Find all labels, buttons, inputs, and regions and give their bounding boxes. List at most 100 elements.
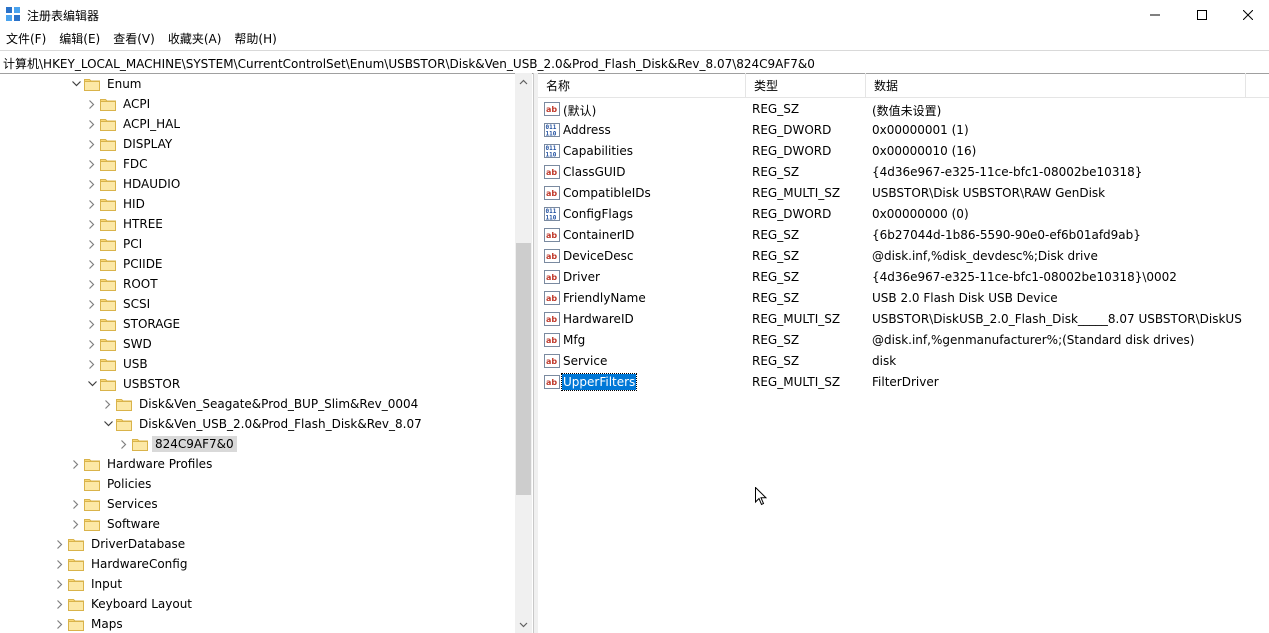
- chevron-right-icon[interactable]: [84, 94, 100, 114]
- tree-item[interactable]: Services: [68, 494, 161, 514]
- menu-view[interactable]: 查看(V): [107, 30, 162, 49]
- chevron-right-icon[interactable]: [100, 394, 116, 414]
- tree-item[interactable]: FDC: [84, 154, 151, 174]
- value-row[interactable]: ab Driver REG_SZ {4d36e967-e325-11ce-bfc1-0…: [538, 267, 1269, 288]
- tree-item[interactable]: Maps: [52, 614, 126, 633]
- value-row[interactable]: ab DeviceDesc REG_SZ @disk.inf,%disk_devdes…: [538, 246, 1269, 267]
- chevron-down-icon[interactable]: [84, 374, 100, 394]
- scrollbar-thumb[interactable]: [516, 243, 531, 495]
- value-row[interactable]: ab ClassGUID REG_SZ {4d36e967-e325-11ce-bfc…: [538, 162, 1269, 183]
- address-bar[interactable]: 计算机\HKEY_LOCAL_MACHINE\SYSTEM\CurrentCon…: [0, 50, 1269, 74]
- menu-file[interactable]: 文件(F): [0, 30, 53, 49]
- tree-item[interactable]: PCI: [84, 234, 145, 254]
- tree-item[interactable]: SCSI: [84, 294, 153, 314]
- chevron-right-icon[interactable]: [84, 214, 100, 234]
- tree-item[interactable]: SWD: [84, 334, 155, 354]
- menu-favorites[interactable]: 收藏夹(A): [162, 30, 229, 49]
- value-row[interactable]: ab ContainerID REG_SZ {6b27044d-1b86-5590-9…: [538, 225, 1269, 246]
- tree-item[interactable]: Policies: [68, 474, 154, 494]
- chevron-right-icon[interactable]: [84, 234, 100, 254]
- chevron-right-icon[interactable]: [84, 174, 100, 194]
- svg-text:110: 110: [546, 215, 557, 222]
- tree-item[interactable]: DISPLAY: [84, 134, 175, 154]
- tree-item-label: Software: [107, 517, 160, 531]
- value-row[interactable]: ab FriendlyName REG_SZ USB 2.0 Flash Disk U…: [538, 288, 1269, 309]
- chevron-right-icon[interactable]: [84, 114, 100, 134]
- tree-item[interactable]: HTREE: [84, 214, 166, 234]
- chevron-right-icon[interactable]: [84, 334, 100, 354]
- folder-icon: [132, 437, 148, 451]
- chevron-right-icon[interactable]: [52, 574, 68, 594]
- tree-item[interactable]: Enum: [68, 74, 144, 94]
- tree-item-label: SCSI: [123, 297, 151, 311]
- chevron-down-icon[interactable]: [100, 414, 116, 434]
- tree-item[interactable]: ROOT: [84, 274, 161, 294]
- tree-item[interactable]: Hardware Profiles: [68, 454, 215, 474]
- chevron-right-icon[interactable]: [52, 614, 68, 633]
- value-row[interactable]: 011 110 Capabilities REG_DWORD 0x00000010 (1…: [538, 141, 1269, 162]
- value-type: REG_SZ: [752, 165, 800, 179]
- value-row[interactable]: ab (默认) REG_SZ (数值未设置): [538, 99, 1269, 120]
- minimize-button[interactable]: [1132, 0, 1178, 30]
- chevron-down-icon[interactable]: [68, 74, 84, 94]
- tree-item[interactable]: USB: [84, 354, 151, 374]
- tree-item-label: PCI: [123, 237, 143, 251]
- maximize-button[interactable]: [1179, 0, 1225, 30]
- chevron-right-icon[interactable]: [52, 594, 68, 614]
- value-row[interactable]: 011 110 Address REG_DWORD 0x00000001 (1): [538, 120, 1269, 141]
- tree-item-label: PCIIDE: [123, 257, 163, 271]
- column-header-data[interactable]: 数据: [866, 73, 1246, 97]
- tree-item[interactable]: PCIIDE: [84, 254, 166, 274]
- chevron-right-icon[interactable]: [52, 554, 68, 574]
- tree-item[interactable]: USBSTOR: [84, 374, 183, 394]
- menu-edit[interactable]: 编辑(E): [53, 30, 107, 49]
- chevron-right-icon[interactable]: [84, 254, 100, 274]
- tree-item-label: Enum: [107, 77, 142, 91]
- column-header-name[interactable]: 名称: [538, 73, 746, 97]
- chevron-right-icon[interactable]: [52, 534, 68, 554]
- chevron-right-icon[interactable]: [68, 514, 84, 534]
- chevron-right-icon[interactable]: [84, 194, 100, 214]
- folder-icon: [100, 257, 116, 271]
- chevron-right-icon[interactable]: [68, 494, 84, 514]
- column-header-type[interactable]: 类型: [746, 73, 866, 97]
- tree-item[interactable]: ACPI_HAL: [84, 114, 183, 134]
- value-row[interactable]: ab HardwareID REG_MULTI_SZ USBSTOR\DiskUSB_…: [538, 309, 1269, 330]
- chevron-right-icon[interactable]: [84, 134, 100, 154]
- tree-item[interactable]: ACPI: [84, 94, 153, 114]
- tree-item[interactable]: Disk&Ven_Seagate&Prod_BUP_Slim&Rev_0004: [100, 394, 421, 414]
- tree-item[interactable]: Disk&Ven_USB_2.0&Prod_Flash_Disk&Rev_8.0…: [100, 414, 425, 434]
- tree-item[interactable]: Keyboard Layout: [52, 594, 195, 614]
- value-name: ConfigFlags: [563, 207, 633, 221]
- chevron-right-icon[interactable]: [84, 154, 100, 174]
- tree-item[interactable]: Software: [68, 514, 163, 534]
- chevron-right-icon[interactable]: [84, 314, 100, 334]
- menu-help[interactable]: 帮助(H): [228, 30, 283, 49]
- tree-item[interactable]: Input: [52, 574, 125, 594]
- scroll-down-arrow-icon[interactable]: [515, 616, 532, 633]
- tree-item[interactable]: HDAUDIO: [84, 174, 183, 194]
- chevron-right-icon[interactable]: [84, 274, 100, 294]
- scroll-up-arrow-icon[interactable]: [515, 73, 532, 90]
- value-name: ClassGUID: [563, 165, 626, 179]
- tree-scrollbar[interactable]: [515, 73, 532, 633]
- value-name: Mfg: [563, 333, 586, 347]
- tree-item[interactable]: HardwareConfig: [52, 554, 190, 574]
- value-row[interactable]: ab Service REG_SZ disk: [538, 351, 1269, 372]
- chevron-right-icon[interactable]: [84, 294, 100, 314]
- tree-item[interactable]: HID: [84, 194, 148, 214]
- chevron-right-icon[interactable]: [116, 434, 132, 454]
- value-row[interactable]: ab CompatibleIDs REG_MULTI_SZ USBSTOR\Disk …: [538, 183, 1269, 204]
- menu-bar: 文件(F) 编辑(E) 查看(V) 收藏夹(A) 帮助(H): [0, 30, 1269, 49]
- chevron-right-icon[interactable]: [84, 354, 100, 374]
- tree-item[interactable]: STORAGE: [84, 314, 183, 334]
- address-path[interactable]: 计算机\HKEY_LOCAL_MACHINE\SYSTEM\CurrentCon…: [3, 55, 815, 72]
- tree-item[interactable]: 824C9AF7&0: [116, 434, 237, 454]
- value-row[interactable]: 011 110 ConfigFlags REG_DWORD 0x00000000 (0): [538, 204, 1269, 225]
- value-row[interactable]: ab UpperFilters REG_MULTI_SZ FilterDriver: [538, 372, 1269, 393]
- close-button[interactable]: [1225, 0, 1269, 30]
- chevron-right-icon[interactable]: [68, 454, 84, 474]
- tree-item-label: HTREE: [123, 217, 163, 231]
- value-row[interactable]: ab Mfg REG_SZ @disk.inf,%genmanufacturer%;(…: [538, 330, 1269, 351]
- tree-item[interactable]: DriverDatabase: [52, 534, 188, 554]
